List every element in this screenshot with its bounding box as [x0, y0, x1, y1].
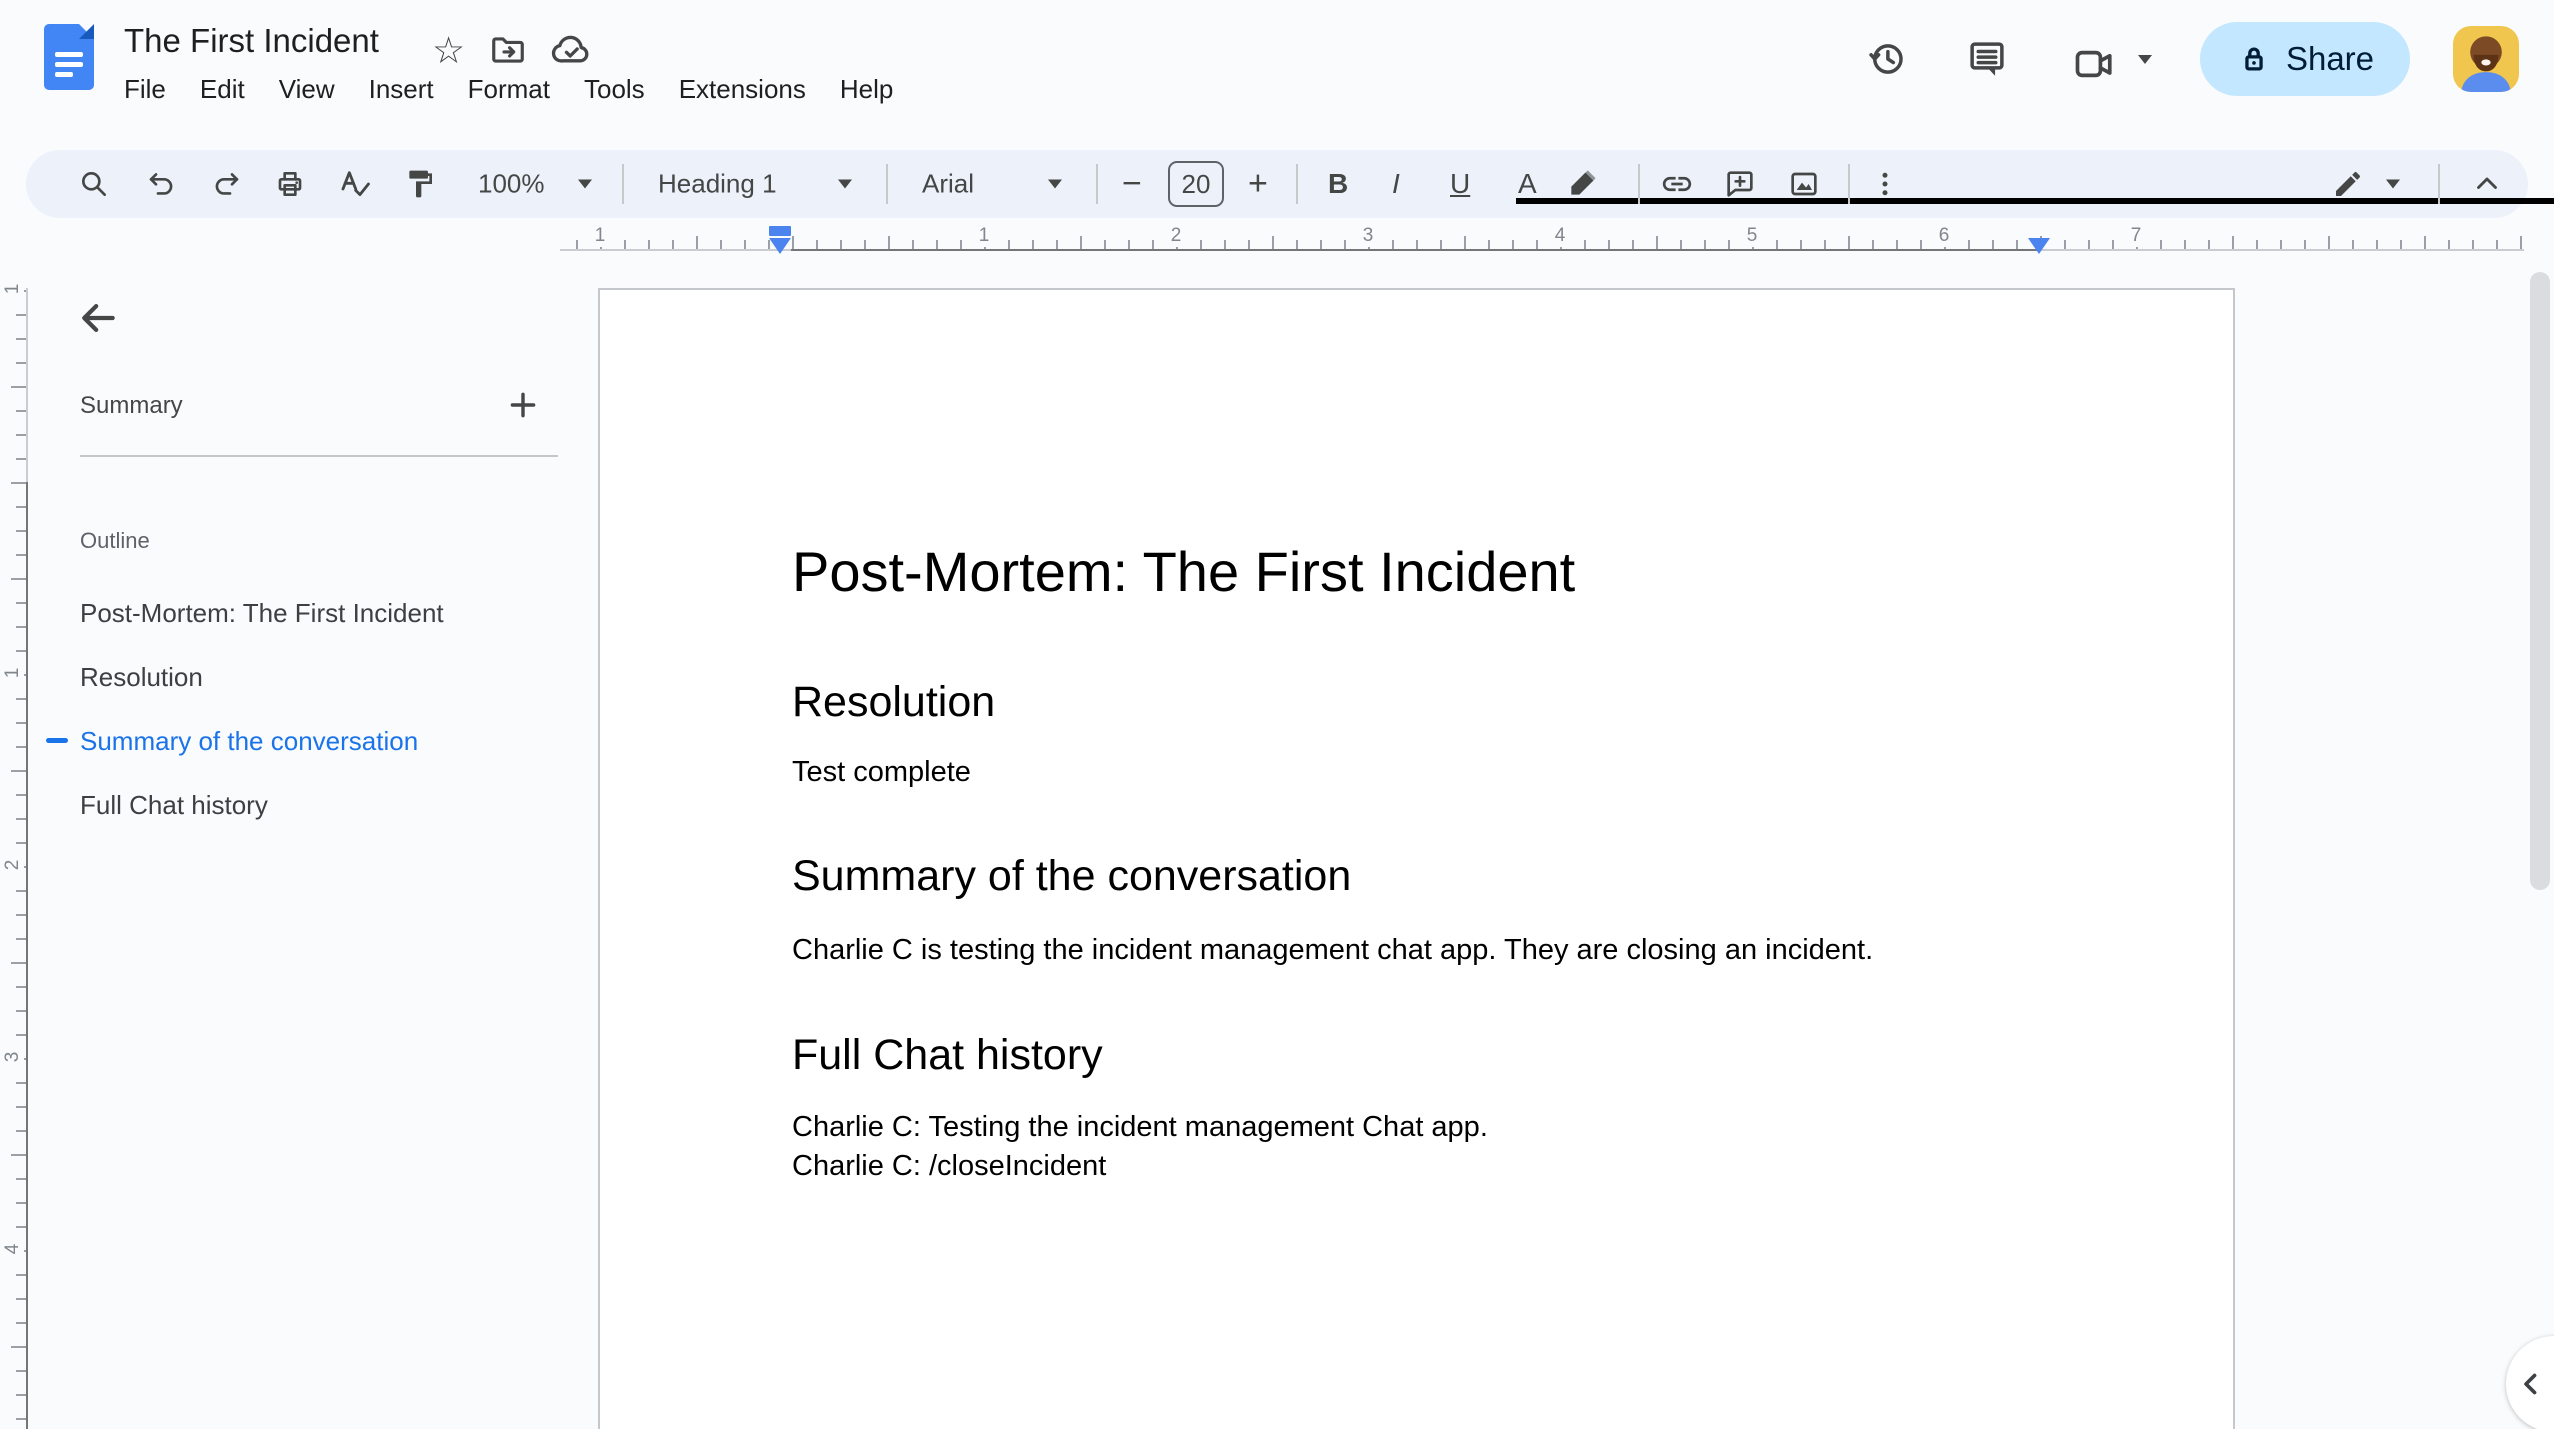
- avatar[interactable]: [2453, 26, 2519, 92]
- outline-item[interactable]: Full Chat history: [80, 785, 268, 825]
- ruler-line-content: [791, 249, 2039, 251]
- menu-insert[interactable]: Insert: [369, 74, 434, 105]
- editing-mode-icon[interactable]: [2332, 168, 2364, 200]
- doc-heading2[interactable]: Full Chat history: [792, 1031, 1103, 1080]
- font-size-input[interactable]: 20: [1168, 161, 1224, 207]
- collapse-toolbar-icon[interactable]: [2470, 167, 2504, 201]
- ruler-line-right: [2039, 249, 2524, 251]
- print-icon[interactable]: [274, 168, 306, 200]
- summary-label: Summary: [80, 392, 183, 419]
- paragraph-style-select[interactable]: Heading 1: [658, 169, 777, 200]
- meet-dropdown-icon[interactable]: [2138, 55, 2152, 64]
- outline-item[interactable]: Resolution: [80, 657, 203, 697]
- document-page[interactable]: Post-Mortem: The First Incident Resoluti…: [598, 288, 2235, 1429]
- right-indent-marker[interactable]: [2028, 238, 2050, 254]
- toolbar-divider: [1848, 164, 1850, 204]
- vertical-scrollbar[interactable]: [2530, 272, 2550, 890]
- docs-logo-fold: [79, 24, 94, 39]
- version-history-icon[interactable]: [1866, 38, 1908, 80]
- increase-font-button[interactable]: +: [1248, 165, 1268, 204]
- ruler-line-top: [26, 288, 28, 482]
- menu-tools[interactable]: Tools: [584, 74, 645, 105]
- menu-view[interactable]: View: [279, 74, 335, 105]
- insert-image-icon[interactable]: [1788, 168, 1820, 200]
- active-item-dash: [46, 738, 68, 743]
- menu-extensions[interactable]: Extensions: [679, 74, 806, 105]
- menu-edit[interactable]: Edit: [200, 74, 245, 105]
- toolbar-divider: [1296, 164, 1298, 204]
- menu-format[interactable]: Format: [468, 74, 550, 105]
- spellcheck-icon[interactable]: [338, 167, 372, 201]
- doc-heading2[interactable]: Summary of the conversation: [792, 852, 1351, 901]
- docs-logo[interactable]: [44, 24, 94, 90]
- docs-logo-lines: [55, 52, 83, 77]
- undo-icon[interactable]: [146, 168, 178, 200]
- share-label: Share: [2285, 40, 2375, 77]
- ruler-line-content: [26, 482, 28, 1429]
- font-family-select[interactable]: Arial: [922, 169, 974, 200]
- lock-icon: [2245, 47, 2263, 71]
- sidebar-divider: [80, 455, 558, 457]
- add-summary-icon[interactable]: [500, 382, 546, 428]
- toolbar-divider: [2438, 164, 2440, 204]
- star-icon[interactable]: ☆: [432, 32, 465, 69]
- style-dropdown-icon[interactable]: [838, 179, 852, 189]
- redo-icon[interactable]: [210, 168, 242, 200]
- menubar: File Edit View Insert Format Tools Exten…: [124, 74, 893, 105]
- toolbar-divider: [886, 164, 888, 204]
- more-options-icon[interactable]: [1870, 169, 1900, 199]
- toolbar-divider: [1096, 164, 1098, 204]
- zoom-select[interactable]: 100%: [478, 169, 545, 200]
- show-side-panel-button[interactable]: [2506, 1336, 2554, 1429]
- doc-paragraph[interactable]: Charlie C: /closeIncident: [792, 1150, 1106, 1183]
- left-indent-marker[interactable]: [769, 226, 791, 254]
- italic-button[interactable]: I: [1392, 168, 1400, 200]
- meet-video-icon[interactable]: [2072, 42, 2116, 86]
- outline-item-active[interactable]: Summary of the conversation: [80, 721, 418, 761]
- insert-link-icon[interactable]: [1660, 167, 1694, 201]
- show-panel-icon: [2524, 1373, 2537, 1395]
- outline-label: Outline: [80, 528, 150, 553]
- mode-dropdown-icon[interactable]: [2386, 179, 2400, 189]
- bold-button[interactable]: B: [1328, 168, 1348, 200]
- doc-paragraph[interactable]: Charlie C: Testing the incident manageme…: [792, 1111, 1488, 1144]
- zoom-dropdown-icon[interactable]: [578, 179, 592, 189]
- doc-paragraph[interactable]: Test complete: [792, 756, 971, 789]
- doc-heading2[interactable]: Resolution: [792, 678, 995, 727]
- outline-item[interactable]: Post-Mortem: The First Incident: [80, 593, 444, 633]
- cloud-check-icon[interactable]: [551, 30, 591, 70]
- toolbar: 100% Heading 1 Arial − 20 + B I U A: [26, 150, 2554, 218]
- doc-heading1[interactable]: Post-Mortem: The First Incident: [792, 539, 1575, 604]
- document-title[interactable]: The First Incident: [124, 22, 379, 60]
- share-button[interactable]: Share: [2200, 22, 2410, 96]
- comments-icon[interactable]: [1966, 38, 2008, 80]
- underline-button[interactable]: U: [1450, 168, 1470, 200]
- menu-file[interactable]: File: [124, 74, 166, 105]
- menu-help[interactable]: Help: [840, 74, 893, 105]
- doc-paragraph[interactable]: Charlie C is testing the incident manage…: [792, 934, 1873, 967]
- title-actions: ☆: [432, 30, 591, 70]
- font-dropdown-icon[interactable]: [1048, 179, 1062, 189]
- add-comment-icon[interactable]: [1724, 168, 1756, 200]
- back-icon[interactable]: [70, 290, 126, 346]
- paint-format-icon[interactable]: [404, 168, 436, 200]
- toolbar-divider: [622, 164, 624, 204]
- toolbar-divider: [1638, 164, 1640, 204]
- highlight-icon[interactable]: [1566, 168, 1598, 200]
- ruler-line-left: [560, 249, 791, 251]
- search-icon[interactable]: [78, 168, 110, 200]
- decrease-font-button[interactable]: −: [1122, 165, 1142, 204]
- move-folder-icon[interactable]: [489, 31, 527, 69]
